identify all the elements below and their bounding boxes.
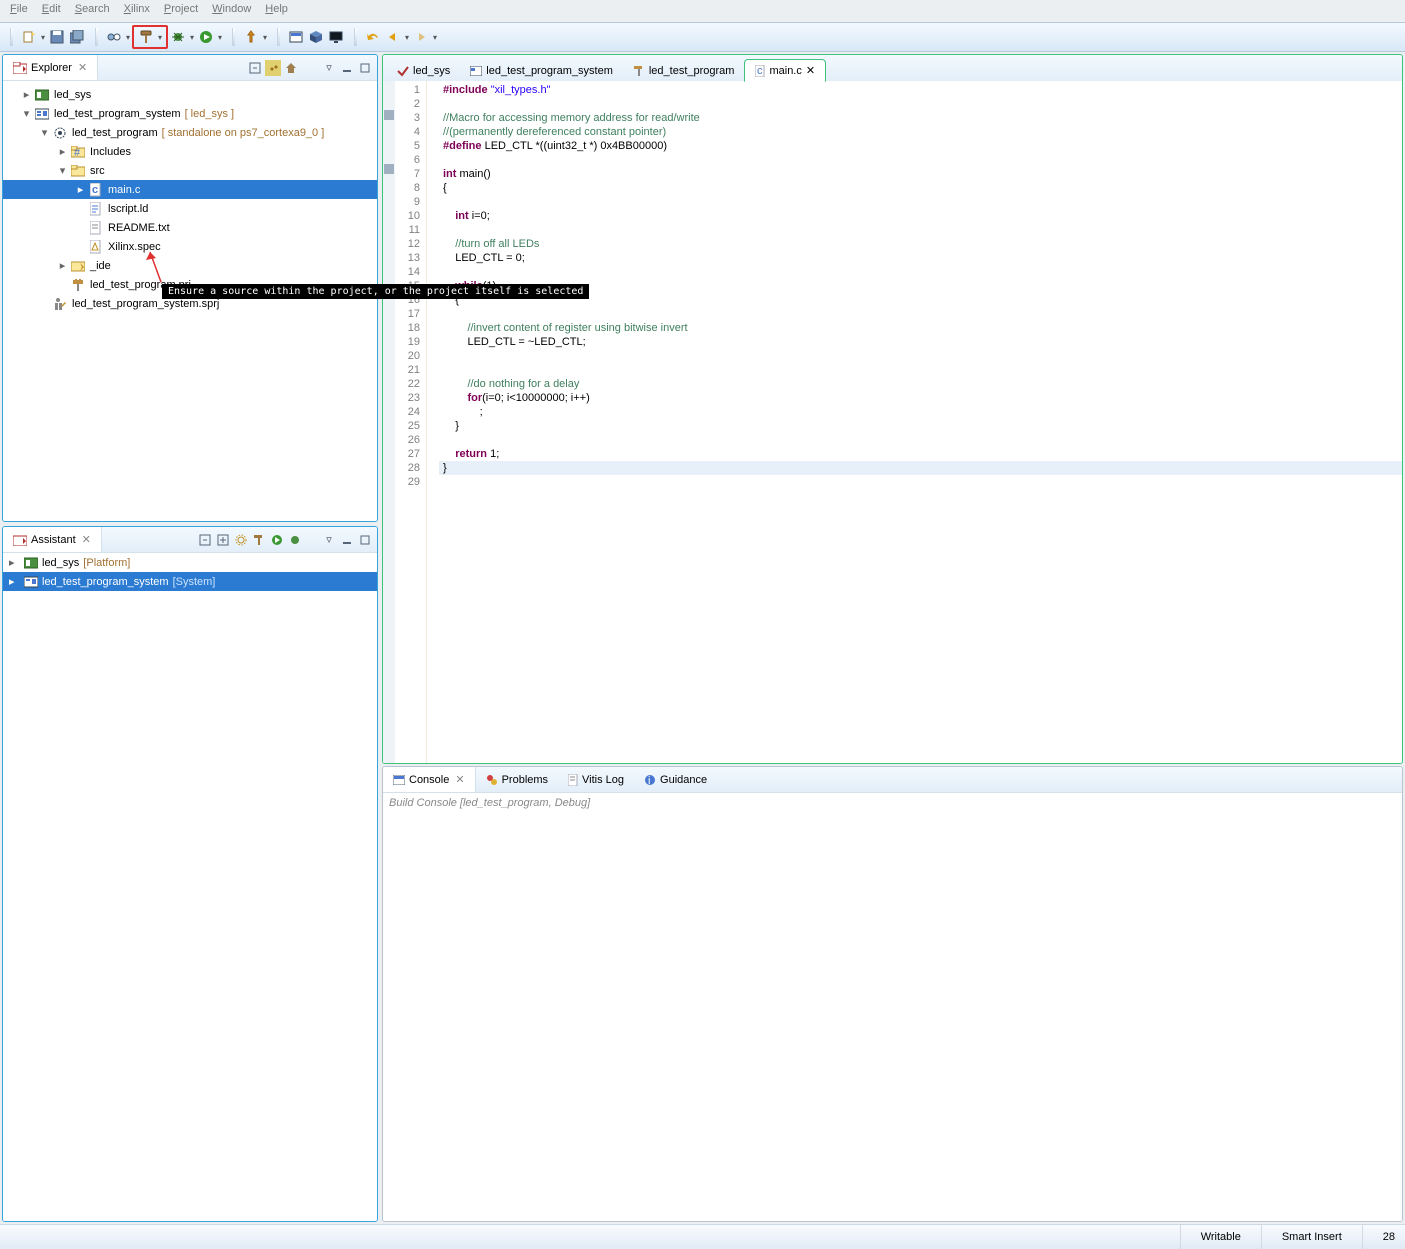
console-text: Build Console [led_test_program, Debug] <box>389 797 590 809</box>
terminal-icon[interactable] <box>287 28 305 46</box>
assist-item-platform[interactable]: ▸ led_sys [Platform] <box>3 553 377 572</box>
toolbar <box>0 22 1405 52</box>
viewmenu-icon[interactable]: ▿ <box>321 532 337 548</box>
assistant-tab-label: Assistant <box>31 534 76 546</box>
check-icon <box>397 65 409 77</box>
gear-icon[interactable] <box>233 532 249 548</box>
svg-text:c: c <box>92 184 98 196</box>
menu-edit[interactable]: Edit <box>42 3 61 19</box>
home-icon[interactable] <box>283 60 299 76</box>
fwd-icon[interactable] <box>412 28 430 46</box>
maximize-icon[interactable] <box>357 60 373 76</box>
code-area[interactable]: #include "xil_types.h" //Macro for acces… <box>439 81 1402 763</box>
tab-led-sys[interactable]: led_sys <box>387 61 460 81</box>
status-writable: Writable <box>1180 1225 1261 1249</box>
run-icon[interactable] <box>269 532 285 548</box>
link-icon[interactable] <box>265 60 281 76</box>
hammer-icon[interactable] <box>251 532 267 548</box>
assistant-tab[interactable]: Assistant ✕ <box>3 527 102 552</box>
svg-text:i: i <box>648 775 650 786</box>
assist-item-system[interactable]: ▸ led_test_program_system [System] <box>3 572 377 591</box>
tree-item-includes[interactable]: ▸#Includes <box>3 142 377 161</box>
tab-system[interactable]: led_test_program_system <box>460 61 623 81</box>
menu-file[interactable]: File <box>10 3 28 19</box>
new-drop[interactable] <box>39 28 47 46</box>
status-bar: Writable Smart Insert 28 <box>0 1224 1405 1249</box>
back-icon[interactable] <box>384 28 402 46</box>
explorer-tab[interactable]: Explorer ✕ <box>3 55 98 80</box>
status-pos: 28 <box>1362 1225 1401 1249</box>
undo-nav-icon[interactable] <box>364 28 382 46</box>
editor-panel: led_sys led_test_program_system led_test… <box>382 54 1403 764</box>
status-insert: Smart Insert <box>1261 1225 1362 1249</box>
close-icon[interactable]: ✕ <box>455 773 464 786</box>
console-tab[interactable]: Console✕ <box>383 767 476 792</box>
saveall-icon[interactable] <box>68 28 86 46</box>
close-icon[interactable]: ✕ <box>78 61 87 74</box>
assistant-tree[interactable]: ▸ led_sys [Platform] ▸ led_test_program_… <box>3 553 377 1221</box>
run-icon[interactable] <box>197 28 215 46</box>
tree-item-readme[interactable]: ▸README.txt <box>3 218 377 237</box>
menu-project[interactable]: Project <box>164 3 198 19</box>
minimize-icon[interactable] <box>339 532 355 548</box>
explorer-icon <box>13 62 27 74</box>
tree-item-program[interactable]: ▾led_test_program[ standalone on ps7_cor… <box>3 123 377 142</box>
tree-item-ide[interactable]: ▸_ide <box>3 256 377 275</box>
guidance-tab[interactable]: iGuidance <box>634 767 717 792</box>
explorer-tab-label: Explorer <box>31 62 72 74</box>
menu-help[interactable]: Help <box>265 3 288 19</box>
code-editor[interactable]: 1234567891011121314151617181920212223242… <box>383 81 1402 763</box>
tab-main-c[interactable]: cmain.c✕ <box>744 59 826 82</box>
tree-item-src[interactable]: ▾src <box>3 161 377 180</box>
minimize-icon[interactable] <box>339 60 355 76</box>
tree-item-led-sys[interactable]: ▸led_sys <box>3 85 377 104</box>
debug-bug-icon[interactable] <box>169 28 187 46</box>
maximize-icon[interactable] <box>357 532 373 548</box>
build-button-highlight <box>132 25 168 49</box>
assistant-icon <box>13 534 27 546</box>
perspective-icon[interactable] <box>105 28 123 46</box>
close-icon[interactable]: ✕ <box>82 533 91 546</box>
close-icon[interactable]: ✕ <box>806 64 815 77</box>
marker-bar <box>383 81 395 763</box>
assistant-panel: Assistant ✕ ▿ ▸ <box>2 526 378 1222</box>
console-body[interactable]: Build Console [led_test_program, Debug] <box>383 793 1402 1221</box>
line-gutter: 1234567891011121314151617181920212223242… <box>395 81 427 763</box>
tree-item-main-c[interactable]: ▸cmain.c <box>3 180 377 199</box>
hammer-icon[interactable] <box>137 28 155 46</box>
vitislog-tab[interactable]: Vitis Log <box>558 767 634 792</box>
annotation-arrow <box>146 248 166 284</box>
tree-item-system[interactable]: ▾led_test_program_system[ led_sys ] <box>3 104 377 123</box>
box-icon[interactable] <box>307 28 325 46</box>
editor-tabbar: led_sys led_test_program_system led_test… <box>383 55 1402 81</box>
tree-item-lscript[interactable]: ▸lscript.ld <box>3 199 377 218</box>
svg-text:#: # <box>74 147 81 158</box>
pin-icon[interactable] <box>242 28 260 46</box>
tree-item-xilinx-spec[interactable]: ▸Xilinx.spec <box>3 237 377 256</box>
problems-tab[interactable]: Problems <box>476 767 558 792</box>
menu-search[interactable]: Search <box>75 3 110 19</box>
add-icon[interactable] <box>215 532 231 548</box>
viewmenu-icon[interactable]: ▿ <box>321 60 337 76</box>
menu-xilinx[interactable]: Xilinx <box>124 3 150 19</box>
explorer-tree[interactable]: ▸led_sys ▾led_test_program_system[ led_s… <box>3 81 377 521</box>
collapse-icon[interactable] <box>247 60 263 76</box>
menu-window[interactable]: Window <box>212 3 251 19</box>
monitor-icon[interactable] <box>327 28 345 46</box>
console-panel: Console✕ Problems Vitis Log iGuidance Bu… <box>382 766 1403 1222</box>
debug-icon[interactable] <box>287 532 303 548</box>
annotation-tooltip: Ensure a source within the project, or t… <box>162 284 589 299</box>
save-icon[interactable] <box>48 28 66 46</box>
new-icon[interactable] <box>20 28 38 46</box>
collapse-icon[interactable] <box>197 532 213 548</box>
menu-bar: File Edit Search Xilinx Project Window H… <box>0 0 1405 22</box>
workarea: Explorer ✕ ▿ ▸led_sys ▾led_test_program_… <box>0 52 1405 1224</box>
tab-program[interactable]: led_test_program <box>623 61 745 81</box>
svg-text:c: c <box>757 65 763 77</box>
